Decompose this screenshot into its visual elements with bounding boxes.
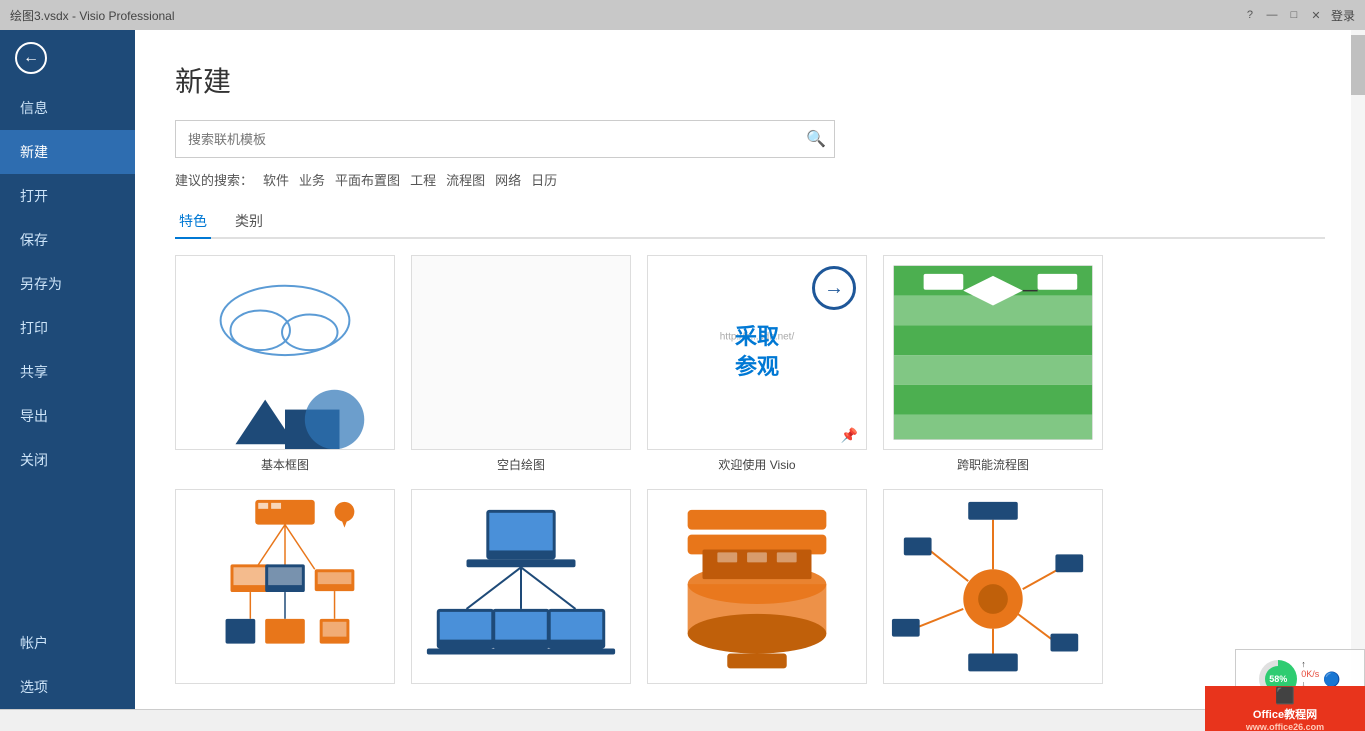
template-cross[interactable]: 跨职能流程图 bbox=[883, 255, 1103, 473]
template-radio[interactable] bbox=[883, 489, 1103, 689]
suggestion-engineering[interactable]: 工程 bbox=[410, 170, 436, 189]
templates-grid: 基本框图 空白绘图 → http://b...cdn.net/ 采取 bbox=[175, 255, 1325, 689]
sidebar-item-account[interactable]: 帐户 bbox=[0, 621, 135, 665]
scrollbar-thumb[interactable] bbox=[1351, 35, 1365, 95]
suggestions-row: 建议的搜索： 软件 业务 平面布置图 工程 流程图 网络 日历 bbox=[175, 170, 1325, 189]
template-rack-thumb[interactable] bbox=[647, 489, 867, 684]
template-rack[interactable] bbox=[647, 489, 867, 689]
minimize-button[interactable]: — bbox=[1265, 8, 1279, 22]
search-input[interactable] bbox=[176, 124, 798, 155]
template-network-detail[interactable]: 详细网络图 bbox=[175, 489, 395, 689]
net-monitor-icon: 🔵 bbox=[1323, 671, 1340, 688]
app-title: 绘图3.vsdx - Visio Professional bbox=[10, 7, 175, 24]
suggestions-label: 建议的搜索： bbox=[175, 170, 253, 189]
template-network-basic[interactable] bbox=[411, 489, 631, 689]
template-blank[interactable]: 空白绘图 bbox=[411, 255, 631, 473]
sidebar-item-close[interactable]: 关闭 bbox=[0, 438, 135, 482]
tab-featured[interactable]: 特色 bbox=[175, 205, 211, 239]
net-up-value: 0K/s bbox=[1301, 669, 1319, 679]
help-button[interactable]: ? bbox=[1243, 8, 1257, 22]
sidebar-item-print[interactable]: 打印 bbox=[0, 306, 135, 350]
template-cross-name: 跨职能流程图 bbox=[883, 456, 1103, 473]
sidebar-item-save[interactable]: 保存 bbox=[0, 218, 135, 262]
content-area: 新建 🔍 建议的搜索： 软件 业务 平面布置图 工程 流程图 网络 日历 特色 … bbox=[135, 30, 1365, 709]
sidebar-item-open[interactable]: 打开 bbox=[0, 174, 135, 218]
page-title: 新建 bbox=[175, 60, 1325, 100]
office-logo-icon: ⬛ bbox=[1275, 686, 1295, 706]
scrollbar-track[interactable] bbox=[1351, 30, 1365, 709]
tab-category[interactable]: 类别 bbox=[231, 205, 267, 239]
template-welcome[interactable]: → http://b...cdn.net/ 采取 参观 📌 欢迎使用 Visio bbox=[647, 255, 867, 473]
main-container: ← 信息 新建 打开 保存 另存为 打印 共享 导出 关闭 帐户 选项 新建 🔍… bbox=[0, 30, 1365, 709]
signin-button[interactable]: 登录 bbox=[1331, 7, 1355, 24]
template-tabs: 特色 类别 bbox=[175, 205, 1325, 239]
search-bar: 🔍 bbox=[175, 120, 835, 158]
suggestion-business[interactable]: 业务 bbox=[299, 170, 325, 189]
titlebar-controls: ? — □ ✕ 登录 bbox=[1243, 7, 1355, 24]
sidebar: ← 信息 新建 打开 保存 另存为 打印 共享 导出 关闭 帐户 选项 bbox=[0, 30, 135, 709]
template-network-basic-thumb[interactable] bbox=[411, 489, 631, 684]
template-network-detail-thumb[interactable] bbox=[175, 489, 395, 684]
sidebar-item-saveas[interactable]: 另存为 bbox=[0, 262, 135, 306]
template-basic-thumb[interactable] bbox=[175, 255, 395, 450]
template-blank-thumb[interactable] bbox=[411, 255, 631, 450]
watermark-url: http://b...cdn.net/ bbox=[720, 332, 795, 343]
close-button[interactable]: ✕ bbox=[1309, 8, 1323, 22]
net-up-icon: ↑ bbox=[1301, 659, 1319, 669]
suggestion-calendar[interactable]: 日历 bbox=[531, 170, 557, 189]
office-brand-overlay: ⬛ Office教程网 www.office26.com bbox=[1205, 686, 1365, 731]
template-welcome-thumb[interactable]: → http://b...cdn.net/ 采取 参观 📌 bbox=[647, 255, 867, 450]
maximize-button[interactable]: □ bbox=[1287, 8, 1301, 22]
template-basic[interactable]: 基本框图 bbox=[175, 255, 395, 473]
office-brand-name: Office教程网 bbox=[1253, 706, 1317, 722]
sidebar-item-export[interactable]: 导出 bbox=[0, 394, 135, 438]
template-welcome-name: 欢迎使用 Visio bbox=[647, 456, 867, 473]
back-button[interactable]: ← bbox=[0, 30, 135, 86]
titlebar: 绘图3.vsdx - Visio Professional ? — □ ✕ 登录 bbox=[0, 0, 1365, 30]
templates-container: 基本框图 空白绘图 → http://b...cdn.net/ 采取 bbox=[175, 255, 1325, 689]
back-circle-icon: ← bbox=[15, 42, 47, 74]
template-basic-name: 基本框图 bbox=[175, 456, 395, 473]
sidebar-item-share[interactable]: 共享 bbox=[0, 350, 135, 394]
suggestion-network[interactable]: 网络 bbox=[495, 170, 521, 189]
template-cross-thumb[interactable] bbox=[883, 255, 1103, 450]
sidebar-item-info[interactable]: 信息 bbox=[0, 86, 135, 130]
sidebar-item-options[interactable]: 选项 bbox=[0, 665, 135, 709]
pin-icon: 📌 bbox=[841, 427, 858, 444]
search-button[interactable]: 🔍 bbox=[798, 121, 834, 157]
suggestion-layout[interactable]: 平面布置图 bbox=[335, 170, 400, 189]
statusbar bbox=[0, 709, 1365, 731]
template-radio-thumb[interactable] bbox=[883, 489, 1103, 684]
suggestion-software[interactable]: 软件 bbox=[263, 170, 289, 189]
office-brand-domain: www.office26.com bbox=[1246, 722, 1324, 731]
arrow-circle-icon: → bbox=[812, 266, 856, 310]
template-blank-name: 空白绘图 bbox=[411, 456, 631, 473]
sidebar-item-new[interactable]: 新建 bbox=[0, 130, 135, 174]
suggestion-flowchart[interactable]: 流程图 bbox=[446, 170, 485, 189]
